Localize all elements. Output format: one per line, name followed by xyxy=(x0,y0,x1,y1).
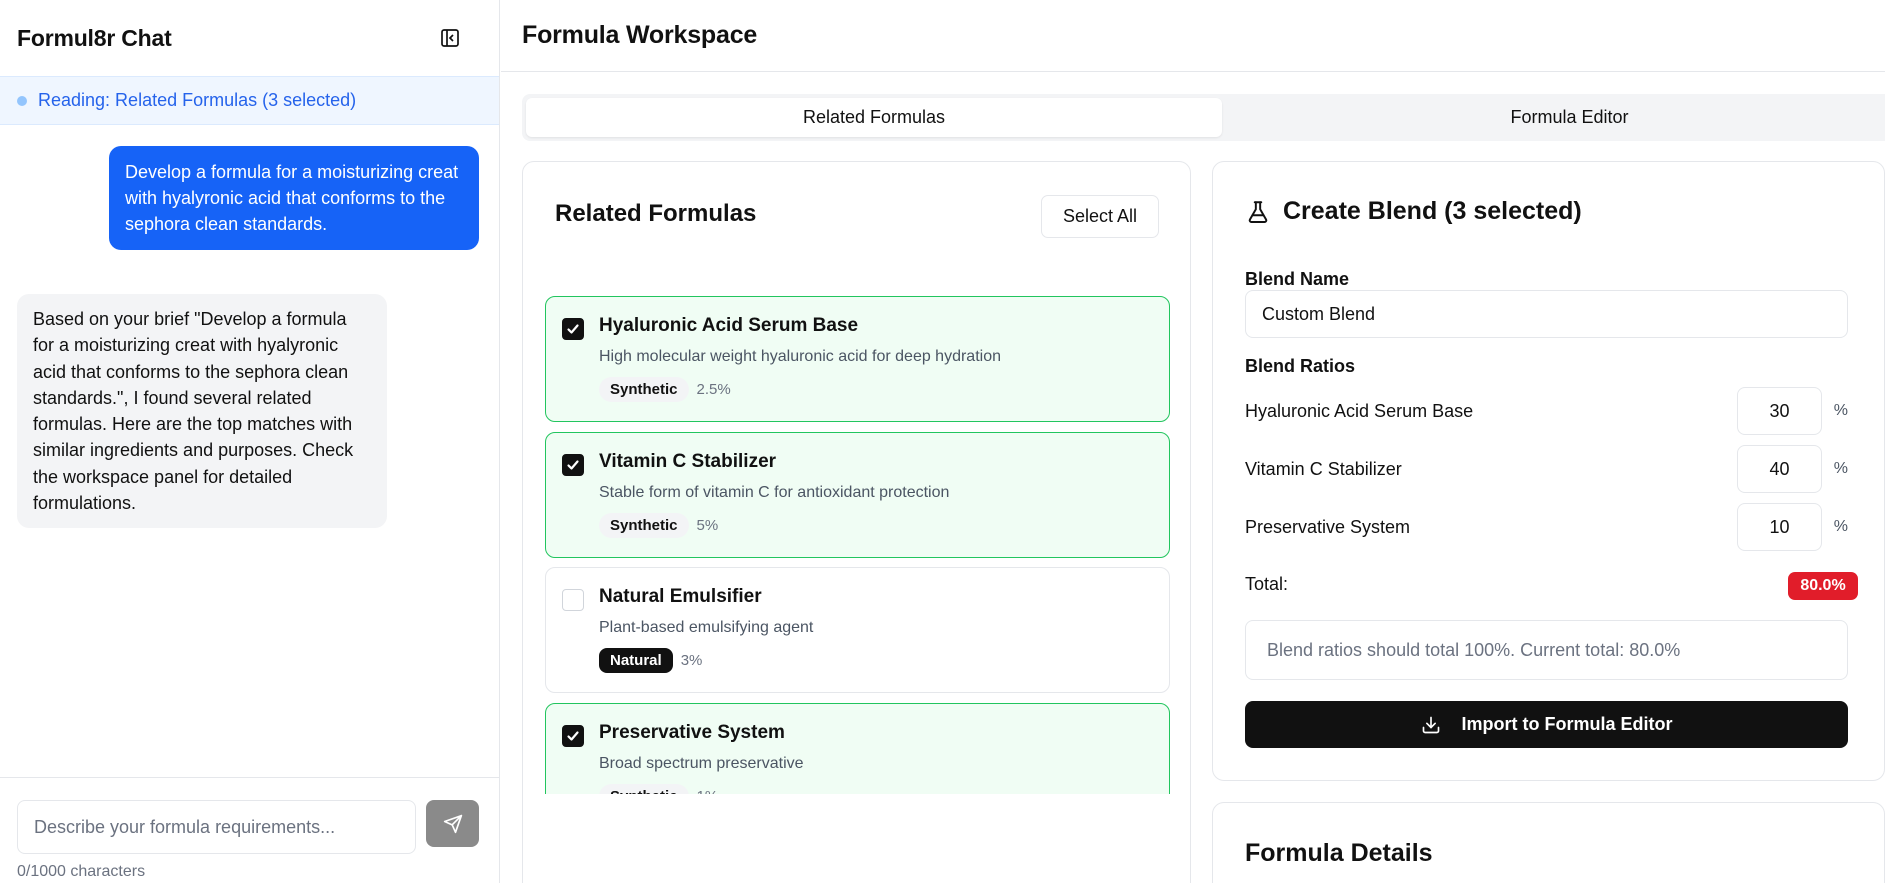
tab-related-formulas[interactable]: Related Formulas xyxy=(526,98,1222,137)
send-button[interactable] xyxy=(426,800,479,847)
panel-collapse-icon xyxy=(441,29,459,47)
ratio-row: Preservative System % xyxy=(1245,503,1848,551)
status-dot xyxy=(17,95,27,106)
formula-description: Plant-based emulsifying agent xyxy=(599,619,814,636)
formula-percent: 3% xyxy=(680,652,703,669)
percent-unit: % xyxy=(1833,460,1848,477)
chat-sidebar: Formul8r Chat Reading: Related Formulas … xyxy=(0,0,500,883)
assistant-message: Based on your brief "Develop a formula f… xyxy=(17,294,387,529)
create-blend-title: Create Blend (3 selected) xyxy=(1283,197,1582,225)
import-button-label: Import to Formula Editor xyxy=(1461,714,1673,734)
create-blend-panel: Create Blend (3 selected) Blend Name Ble… xyxy=(1212,161,1885,781)
percent-unit: % xyxy=(1833,518,1848,535)
formula-card[interactable]: Hyaluronic Acid Serum Base High molecula… xyxy=(545,296,1170,422)
import-to-editor-button[interactable]: Import to Formula Editor xyxy=(1245,701,1848,748)
blend-name-label: Blend Name xyxy=(1245,269,1350,289)
percent-unit: % xyxy=(1833,402,1848,419)
total-badge: 80.0% xyxy=(1788,572,1858,600)
ratio-row: Vitamin C Stabilizer % xyxy=(1245,445,1848,493)
download-icon xyxy=(1422,716,1439,733)
formula-meta: Synthetic 2.5% xyxy=(599,377,731,402)
app-title: Formul8r Chat xyxy=(17,24,172,51)
formula-description: Stable form of vitamin C for antioxidant… xyxy=(599,484,950,501)
formula-card[interactable]: Vitamin C Stabilizer Stable form of vita… xyxy=(545,432,1170,558)
ratio-ingredient-name: Hyaluronic Acid Serum Base xyxy=(1245,400,1474,421)
status-text: Reading: Related Formulas (3 selected) xyxy=(38,90,357,110)
formula-name: Hyaluronic Acid Serum Base xyxy=(599,315,859,336)
blend-name-input[interactable] xyxy=(1245,290,1848,338)
related-formulas-title: Related Formulas xyxy=(555,200,757,227)
formula-details-title: Formula Details xyxy=(1245,839,1433,867)
select-all-button[interactable]: Select All xyxy=(1041,195,1159,238)
formula-type-badge: Natural xyxy=(599,648,673,673)
formula-description: High molecular weight hyaluronic acid fo… xyxy=(599,348,1001,365)
formula-checkbox[interactable] xyxy=(562,589,584,611)
formula-name: Vitamin C Stabilizer xyxy=(599,451,777,472)
checkmark-icon xyxy=(567,324,579,334)
total-label: Total: xyxy=(1245,574,1289,594)
tab-formula-editor[interactable]: Formula Editor xyxy=(1222,98,1885,137)
ratio-ingredient-name: Preservative System xyxy=(1245,516,1411,537)
ratio-input[interactable] xyxy=(1737,387,1822,435)
chat-input[interactable] xyxy=(17,800,416,854)
ratio-warning-message: Blend ratios should total 100%. Current … xyxy=(1245,620,1848,680)
formula-percent: 1% xyxy=(697,788,719,794)
formula-type-badge: Synthetic xyxy=(599,377,689,402)
formula-type-badge: Synthetic xyxy=(599,513,689,538)
create-blend-header: Create Blend (3 selected) xyxy=(1245,197,1582,226)
workspace-header: Formula Workspace xyxy=(501,0,1885,72)
flask-icon xyxy=(1248,200,1268,223)
checkmark-icon xyxy=(567,460,579,470)
formula-name: Preservative System xyxy=(599,722,785,743)
ratio-input[interactable] xyxy=(1737,445,1822,493)
formula-description: Broad spectrum preservative xyxy=(599,755,804,772)
formula-card[interactable]: Natural Emulsifier Plant-based emulsifyi… xyxy=(545,567,1170,693)
checkmark-icon xyxy=(567,731,579,741)
formula-meta: Synthetic 1% xyxy=(599,784,718,794)
send-icon xyxy=(443,814,462,833)
workspace-tabs: Related Formulas Formula Editor xyxy=(522,94,1885,141)
blend-ratios-label: Blend Ratios xyxy=(1245,356,1356,376)
chat-composer: 0/1000 characters xyxy=(0,777,500,883)
ratio-ingredient-name: Vitamin C Stabilizer xyxy=(1245,458,1402,479)
formula-percent: 2.5% xyxy=(696,381,731,398)
sidebar-header: Formul8r Chat xyxy=(0,0,499,76)
formula-meta: Synthetic 5% xyxy=(599,513,718,538)
formula-percent: 5% xyxy=(696,517,719,534)
formula-checkbox[interactable] xyxy=(562,318,584,340)
formula-name: Natural Emulsifier xyxy=(599,586,762,607)
formula-card[interactable]: Preservative System Broad spectrum prese… xyxy=(545,703,1170,794)
ratio-input[interactable] xyxy=(1737,503,1822,551)
formula-workspace: Formula Workspace Related Formulas Formu… xyxy=(501,0,1885,883)
app-root: Formul8r Chat Reading: Related Formulas … xyxy=(0,0,1885,883)
ratio-row: Hyaluronic Acid Serum Base % xyxy=(1245,387,1848,435)
formula-type-badge: Synthetic xyxy=(599,784,689,794)
character-count: 0/1000 characters xyxy=(17,863,146,880)
user-message: Develop a formula for a moisturizing cre… xyxy=(109,146,479,250)
workspace-title: Formula Workspace xyxy=(522,21,758,49)
formula-meta: Natural 3% xyxy=(599,648,702,673)
formula-checkbox[interactable] xyxy=(562,454,584,476)
related-formulas-panel: Related Formulas Select All Hyaluronic A… xyxy=(522,161,1191,883)
collapse-sidebar-button[interactable] xyxy=(432,20,468,56)
formula-checkbox[interactable] xyxy=(562,725,584,747)
formula-details-panel: Formula Details xyxy=(1212,802,1885,883)
reading-status: Reading: Related Formulas (3 selected) xyxy=(0,76,499,125)
formula-list[interactable]: Hyaluronic Acid Serum Base High molecula… xyxy=(545,296,1170,794)
